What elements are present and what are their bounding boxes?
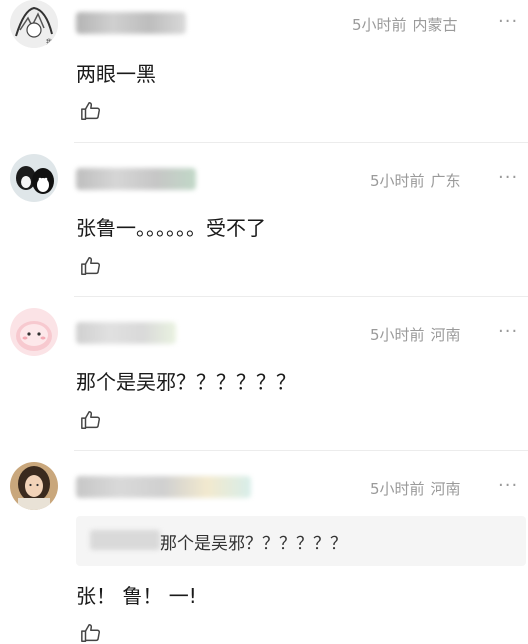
username-blurred[interactable] — [76, 168, 196, 190]
comment-text: 那个是吴邪？？？？？？ — [76, 370, 296, 394]
comment-meta: 5小时前 河南 — [370, 324, 461, 345]
comment-time: 5小时前 — [370, 326, 425, 344]
more-dots-icon[interactable]: ··· — [498, 475, 518, 496]
divider — [74, 296, 528, 297]
comment-text: 两眼一黑 — [76, 62, 156, 86]
comment-location: 内蒙古 — [412, 16, 458, 34]
comment-location: 河南 — [430, 326, 461, 344]
username-blurred[interactable] — [76, 12, 186, 34]
avatar[interactable]: 我 — [10, 0, 58, 48]
comment-meta: 5小时前 内蒙古 — [352, 14, 458, 35]
more-dots-icon[interactable]: ··· — [498, 321, 518, 342]
comment-time: 5小时前 — [370, 480, 425, 498]
comment-location: 广东 — [430, 172, 461, 190]
username-blurred[interactable] — [76, 322, 176, 344]
comment-meta: 5小时前 广东 — [370, 170, 461, 191]
comment-text: 张！ 鲁！ 一! — [76, 584, 197, 608]
username-blurred[interactable] — [76, 476, 251, 498]
comment-location: 河南 — [430, 480, 461, 498]
avatar[interactable] — [10, 308, 58, 356]
comment-text: 张鲁一。。。。。。受不了 — [76, 216, 266, 240]
thumbs-up-icon[interactable] — [80, 409, 102, 431]
comment-meta: 5小时前 河南 — [370, 478, 461, 499]
avatar[interactable] — [10, 154, 58, 202]
thumbs-up-icon[interactable] — [80, 255, 102, 277]
svg-text:我: 我 — [46, 38, 52, 46]
comment-time: 5小时前 — [370, 172, 425, 190]
quoted-text: 那个是吴邪？？？？？？ — [160, 534, 347, 554]
thumbs-up-icon[interactable] — [80, 622, 102, 644]
thumbs-up-icon[interactable] — [80, 100, 102, 122]
more-dots-icon[interactable]: ··· — [498, 11, 518, 32]
divider — [74, 450, 528, 451]
quoted-username-blurred — [90, 530, 160, 550]
avatar[interactable] — [10, 462, 58, 510]
comment-time: 5小时前 — [352, 16, 407, 34]
divider — [74, 142, 528, 143]
quoted-reply[interactable]: 那个是吴邪？？？？？？ — [76, 516, 526, 566]
more-dots-icon[interactable]: ··· — [498, 167, 518, 188]
